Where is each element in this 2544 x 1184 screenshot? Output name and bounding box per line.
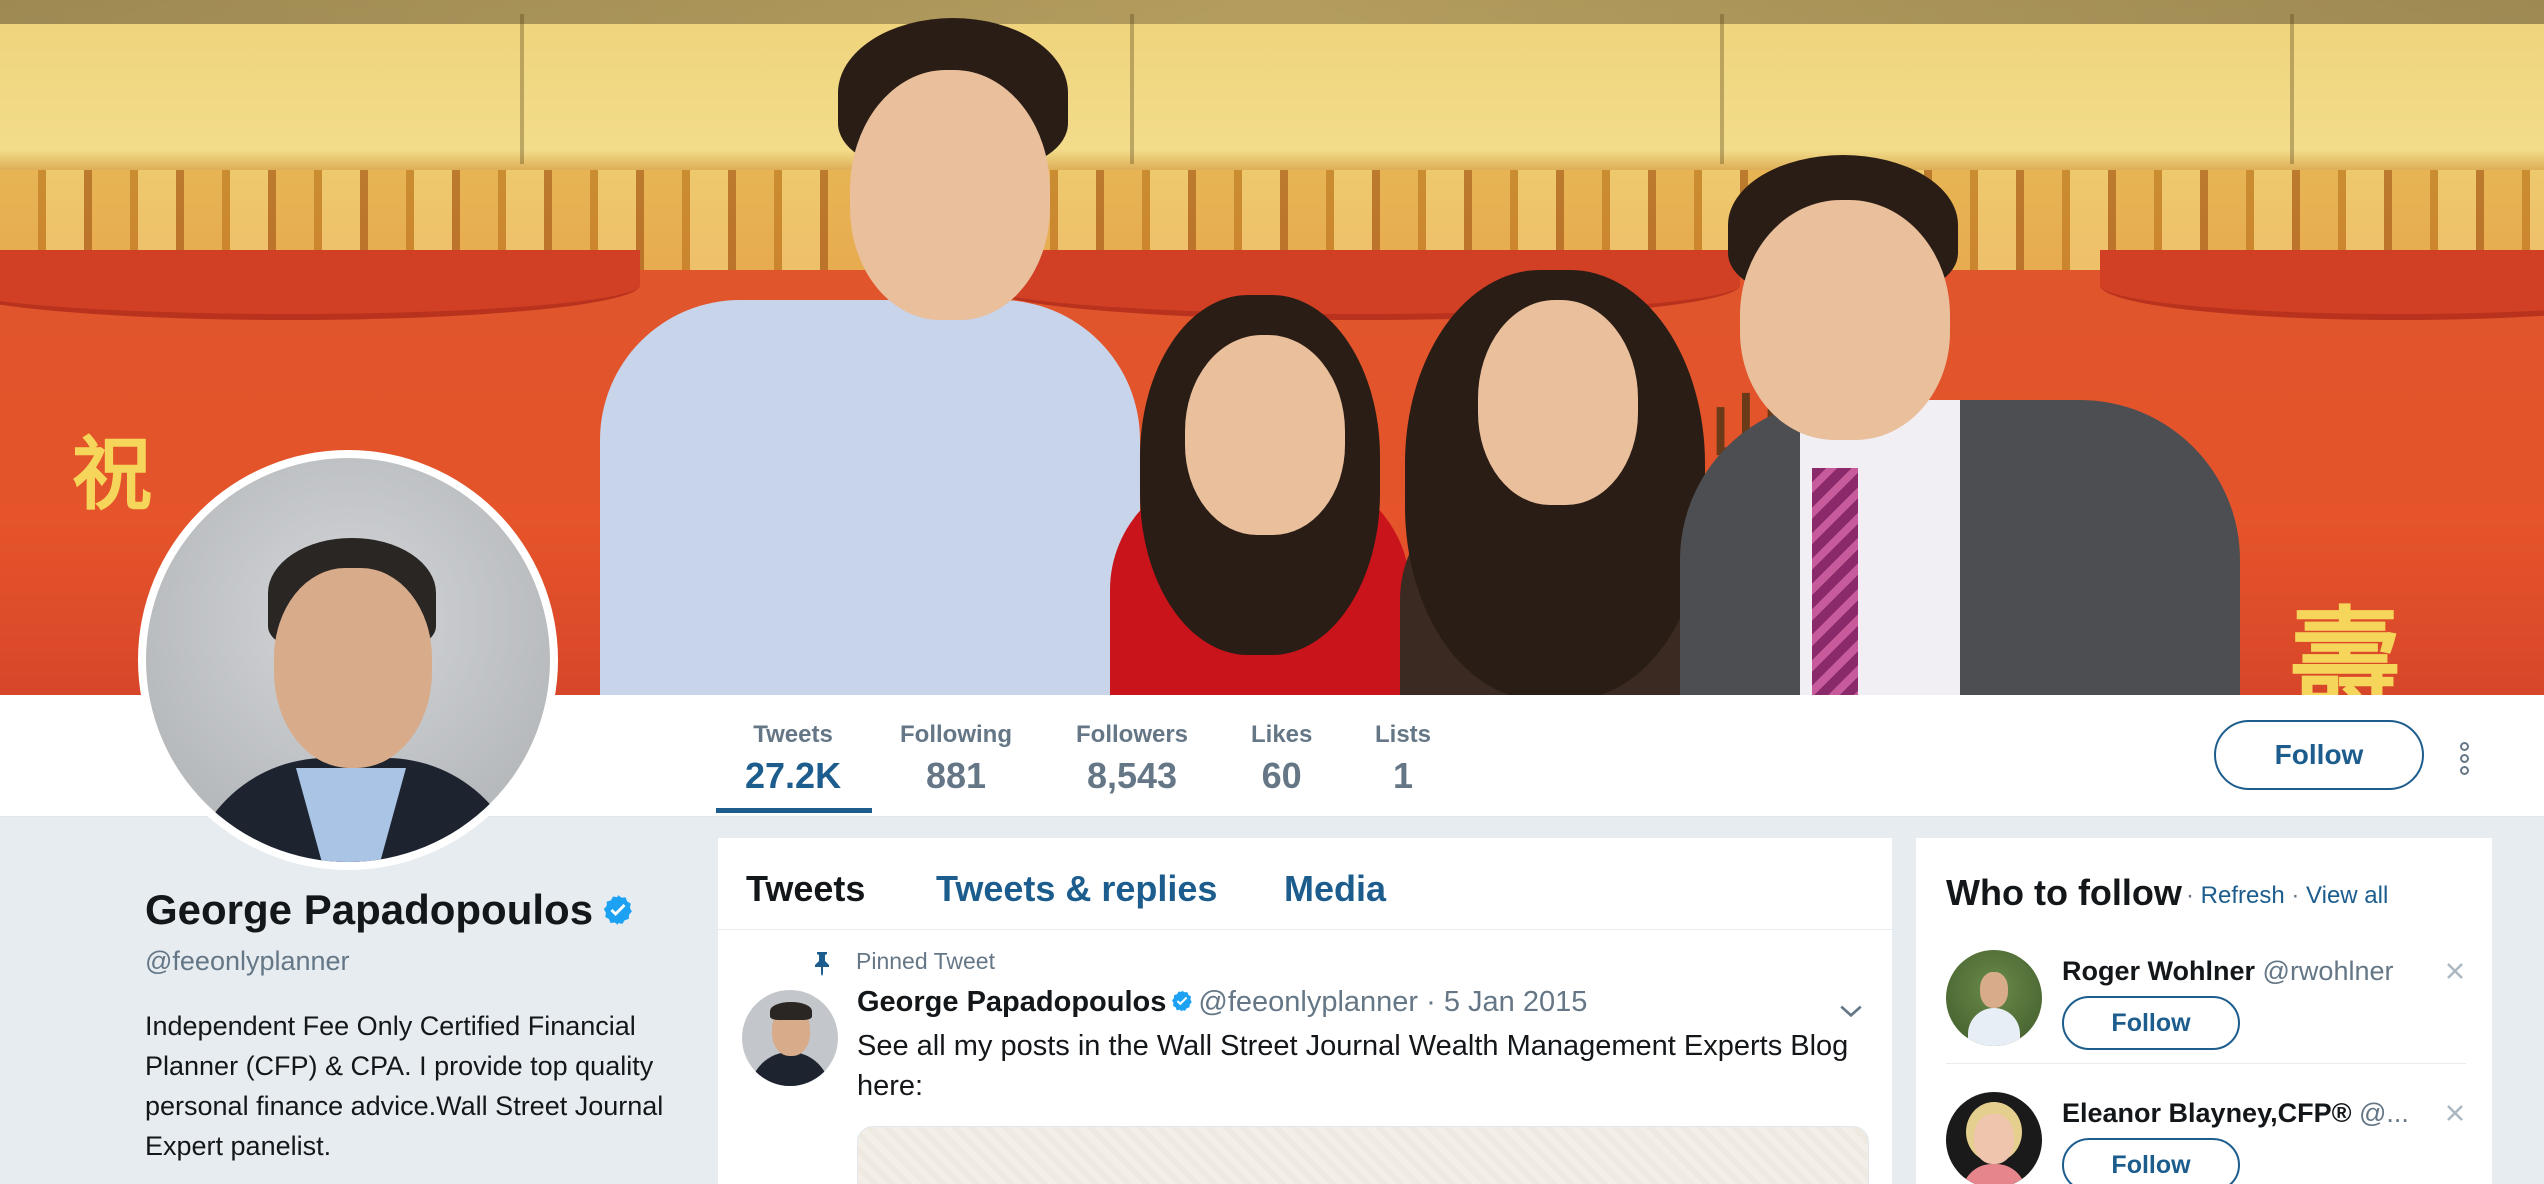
pin-icon — [815, 952, 829, 976]
refresh-link[interactable]: Refresh — [2201, 882, 2285, 909]
suggestion-handle: @... — [2359, 1098, 2409, 1128]
timeline: Tweets Tweets & replies Media Pinned Twe… — [718, 838, 1892, 1184]
who-to-follow-panel: Who to follow · Refresh · View all Roger… — [1916, 838, 2492, 1184]
who-to-follow-title: Who to follow — [1946, 872, 2182, 913]
stat-value: 8,543 — [1086, 755, 1178, 796]
stat-label: Tweets — [753, 721, 833, 748]
banner-panel — [520, 14, 524, 164]
tweet-header: George Papadopoulos @feeonlyplanner · 5 J… — [857, 986, 1587, 1019]
view-all-link[interactable]: View all — [2306, 882, 2388, 909]
suggestion-name-line[interactable]: Eleanor Blayney,CFP® @... — [2062, 1098, 2452, 1129]
banner-drape — [0, 250, 640, 320]
suggestion-avatar[interactable] — [1946, 950, 2042, 1046]
banner-face — [850, 70, 1050, 320]
verified-badge-icon — [1172, 990, 1193, 1012]
banner-panel — [1130, 14, 1134, 164]
chevron-down-icon[interactable] — [1838, 998, 1864, 1024]
separator: · — [2186, 882, 2201, 909]
separator: · — [2284, 882, 2307, 909]
banner-panel — [2290, 14, 2294, 164]
tweet-text: See all my posts in the Wall Street Jour… — [857, 1030, 1849, 1102]
tweet-author-handle[interactable]: @feeonlyplanner — [1198, 986, 1418, 1018]
banner-face — [1740, 200, 1950, 440]
suggestion-name: Roger Wohlner — [2062, 956, 2256, 986]
profile-bio: Independent Fee Only Certified Financial… — [145, 1011, 664, 1161]
banner-person — [600, 300, 1140, 695]
suggestion-handle: @rwohlner — [2262, 956, 2394, 986]
tweet-link-card[interactable] — [857, 1126, 1869, 1184]
banner-person — [1680, 400, 2240, 695]
timeline-tabs: Tweets Tweets & replies Media — [718, 838, 1892, 930]
stat-lists[interactable]: Lists 1 — [1375, 721, 1431, 797]
close-icon[interactable] — [2444, 1102, 2466, 1124]
stat-value: 27.2K — [745, 755, 842, 796]
banner-ceiling — [0, 0, 2544, 24]
stat-value: 881 — [925, 755, 987, 796]
tab-tweets-replies[interactable]: Tweets & replies — [936, 868, 1217, 910]
suggestion-name: Eleanor Blayney,CFP® — [2062, 1098, 2352, 1128]
profile-name-text: George Papadopoulos — [145, 886, 594, 933]
divider — [1946, 1063, 2466, 1064]
stat-tweets[interactable]: Tweets 27.2K — [745, 721, 841, 797]
tweet-date[interactable]: · 5 Jan 2015 — [1426, 986, 1587, 1018]
stat-value: 60 — [1261, 755, 1302, 796]
verified-badge-icon — [603, 895, 632, 925]
banner-person — [1812, 468, 1858, 695]
suggestion-avatar[interactable] — [1946, 1092, 2042, 1184]
stat-likes[interactable]: Likes 60 — [1251, 721, 1312, 797]
close-icon[interactable] — [2444, 960, 2466, 982]
active-stat-indicator — [716, 808, 872, 813]
stat-followers[interactable]: Followers 8,543 — [1076, 721, 1188, 797]
profile-avatar[interactable] — [138, 450, 558, 870]
suggestion-follow-button[interactable]: Follow — [2062, 996, 2240, 1050]
profile-name: George Papadopoulos — [145, 886, 635, 934]
banner-drape — [2100, 250, 2544, 320]
banner-character: 壽 — [2290, 595, 2400, 695]
more-options-icon[interactable] — [2458, 742, 2470, 778]
stat-label: Lists — [1375, 721, 1432, 748]
pinned-label: Pinned Tweet — [856, 948, 995, 974]
tab-media[interactable]: Media — [1284, 868, 1386, 910]
stat-label: Followers — [1076, 721, 1189, 748]
banner-character: 祝 — [72, 427, 152, 521]
suggestion-follow-button[interactable]: Follow — [2062, 1138, 2240, 1184]
banner-panel — [1720, 14, 1724, 164]
suggestion-name-line[interactable]: Roger Wohlner @rwohlner — [2062, 956, 2452, 987]
stat-following[interactable]: Following 881 — [900, 721, 1012, 797]
tweet-author-name[interactable]: George Papadopoulos — [857, 986, 1166, 1018]
banner-face — [1185, 335, 1345, 535]
stat-label: Likes — [1251, 721, 1313, 748]
who-to-follow-links: · Refresh · View all — [2186, 882, 2388, 910]
banner-face — [1478, 300, 1638, 505]
stat-label: Following — [900, 721, 1012, 748]
follow-button[interactable]: Follow — [2214, 720, 2424, 790]
profile-handle: @feeonlyplanner — [145, 946, 350, 976]
tweet-author-avatar[interactable] — [742, 990, 838, 1086]
stat-value: 1 — [1392, 755, 1414, 796]
tab-tweets[interactable]: Tweets — [746, 868, 865, 910]
